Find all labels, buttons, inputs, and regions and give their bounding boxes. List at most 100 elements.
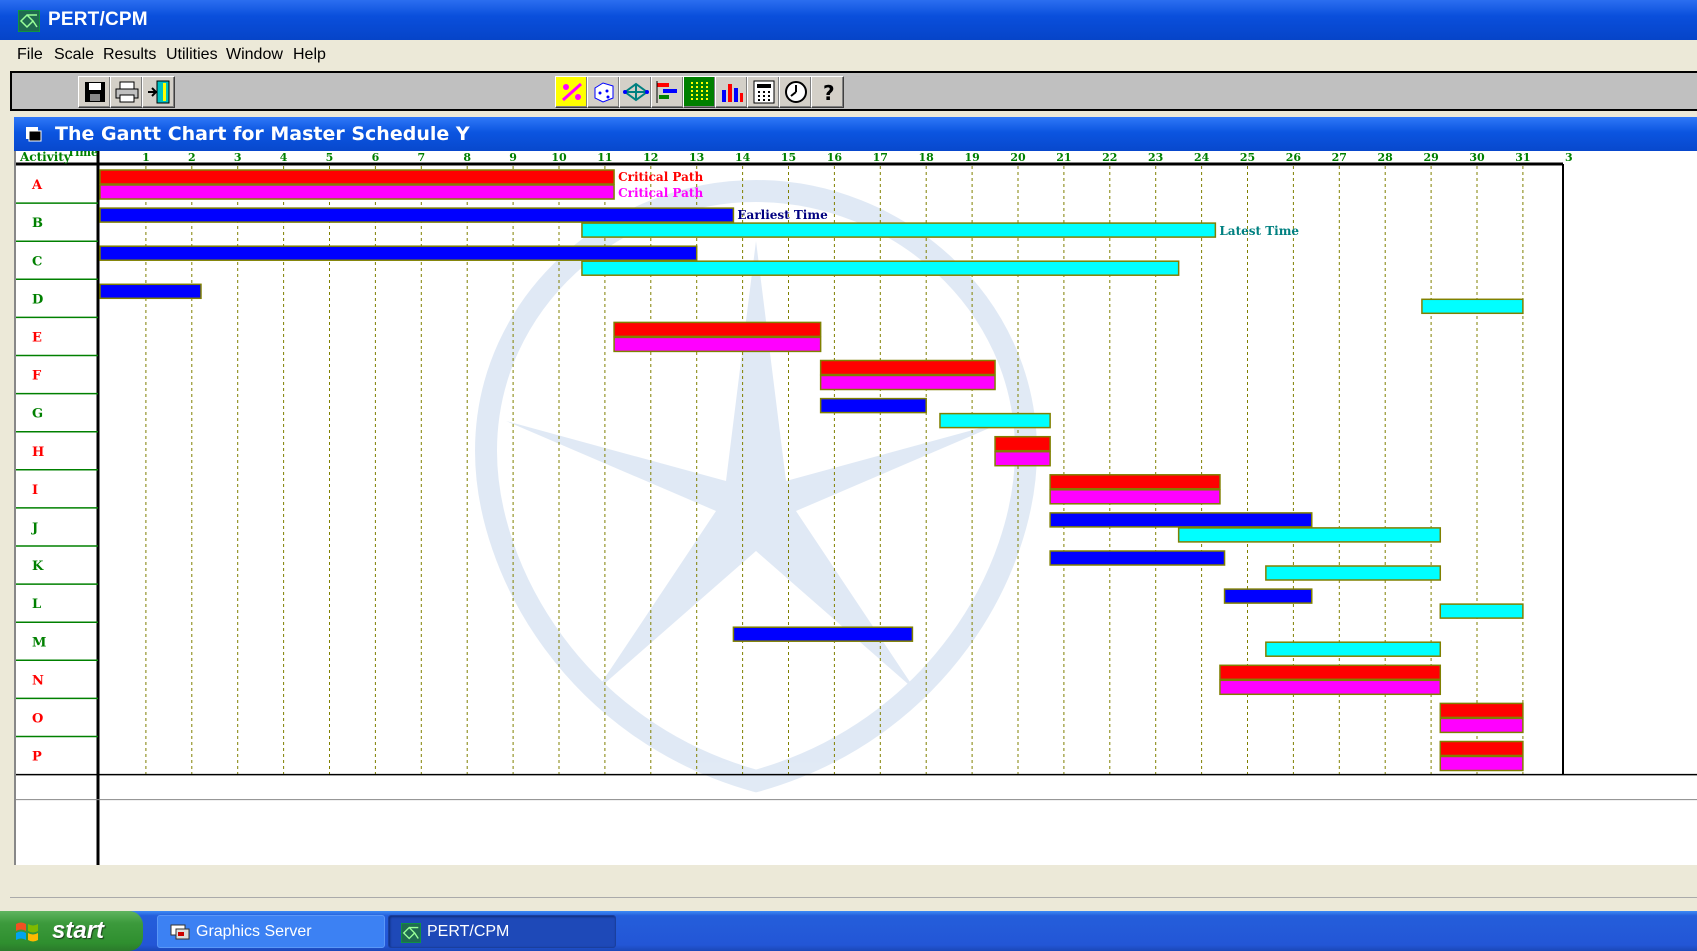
activity-label: A bbox=[31, 178, 43, 193]
time-tick-label: 3 bbox=[1565, 151, 1573, 164]
time-tick-label: 30 bbox=[1469, 151, 1485, 164]
critical-path-bar-red bbox=[1439, 740, 1524, 757]
print-button[interactable] bbox=[110, 76, 143, 108]
print-icon bbox=[115, 81, 139, 103]
time-tick-label: 3 bbox=[234, 151, 242, 164]
time-tick-label: 16 bbox=[827, 151, 843, 164]
window-title: PERT/CPM bbox=[48, 9, 148, 30]
child-window-caption[interactable]: The Gantt Chart for Master Schedule Y bbox=[14, 117, 1697, 151]
latest-time-bar bbox=[1265, 565, 1442, 581]
activity-label: I bbox=[32, 483, 38, 498]
latest-time-bar bbox=[1421, 298, 1524, 315]
pert-app-icon bbox=[401, 923, 421, 943]
windows-flag-icon bbox=[16, 922, 38, 942]
grid-table-icon bbox=[687, 80, 713, 104]
gantt-button[interactable] bbox=[651, 76, 684, 108]
critical-path-bar-magenta bbox=[819, 374, 996, 391]
critical-path-bar-red bbox=[99, 169, 615, 185]
activity-label: K bbox=[32, 559, 44, 574]
critical-path-bar-red bbox=[1219, 664, 1442, 681]
time-tick-label: 28 bbox=[1378, 151, 1394, 164]
time-tick-label: 13 bbox=[689, 151, 704, 164]
taskbar-item-label: PERT/CPM bbox=[427, 923, 510, 940]
activity-label: P bbox=[32, 750, 42, 765]
latest-time-bar bbox=[1439, 603, 1524, 619]
bar-chart-button[interactable] bbox=[715, 76, 748, 108]
latest-time-bar bbox=[1177, 527, 1442, 543]
bar-chart-icon bbox=[722, 84, 743, 102]
time-tick-label: 24 bbox=[1194, 151, 1210, 164]
clock-icon bbox=[785, 81, 807, 103]
taskbar-item-graphics-server[interactable]: Graphics Server bbox=[157, 915, 385, 948]
earliest-time-bar bbox=[1049, 512, 1313, 528]
menu-utilities[interactable]: Utilities bbox=[166, 46, 218, 64]
gantt-chart-icon bbox=[656, 81, 677, 103]
time-tick-label: 23 bbox=[1148, 151, 1163, 164]
exit-button[interactable] bbox=[142, 76, 175, 108]
simulation-button[interactable] bbox=[587, 76, 620, 108]
critical-path-bar-magenta bbox=[1219, 679, 1442, 696]
time-tick-label: 7 bbox=[417, 151, 425, 164]
time-tick-label: 8 bbox=[463, 151, 471, 164]
time-tick-label: 9 bbox=[509, 151, 517, 164]
save-icon bbox=[85, 82, 105, 102]
menu-help[interactable]: Help bbox=[293, 46, 326, 64]
title-bar[interactable]: PERT/CPM bbox=[0, 0, 1697, 40]
legend-latest-time-label: Latest Time bbox=[1219, 224, 1299, 238]
table-button[interactable] bbox=[683, 76, 716, 108]
critical-path-bar-red bbox=[613, 321, 822, 338]
start-label: start bbox=[52, 917, 105, 944]
pert-app-icon bbox=[18, 10, 40, 32]
time-tick-label: 12 bbox=[643, 151, 658, 164]
activity-label: G bbox=[32, 407, 43, 422]
save-button[interactable] bbox=[78, 76, 111, 108]
menu-scale[interactable]: Scale bbox=[54, 46, 94, 64]
menu-file[interactable]: File bbox=[17, 46, 43, 64]
taskbar: start Graphics Server PERT/CPM bbox=[0, 911, 1697, 951]
time-tick-label: 17 bbox=[873, 151, 888, 164]
time-tick-label: 27 bbox=[1332, 151, 1347, 164]
child-window-title: The Gantt Chart for Master Schedule Y bbox=[55, 123, 470, 145]
latest-time-bar bbox=[1265, 641, 1442, 657]
activity-label: E bbox=[32, 330, 42, 345]
time-tick-label: 29 bbox=[1423, 151, 1438, 164]
time-tick-label: 25 bbox=[1240, 151, 1255, 164]
earliest-time-bar bbox=[1223, 588, 1313, 604]
gantt-chart-panel: 1 2 3 4 5 6 7 8 9 10 11 12 13 14 15 16 17 18 19 20 21 22 23 24 2… bbox=[14, 151, 1697, 865]
network-button[interactable] bbox=[619, 76, 652, 108]
calculator-button[interactable] bbox=[747, 76, 780, 108]
activity-label: N bbox=[32, 673, 44, 688]
earliest-time-bar bbox=[732, 626, 914, 642]
time-tick-label: 10 bbox=[551, 151, 567, 164]
activity-label: O bbox=[32, 711, 43, 726]
activity-label: H bbox=[32, 445, 44, 460]
dice-simulation-icon bbox=[594, 82, 614, 103]
legend-critical-path-label: Critical Path bbox=[618, 186, 703, 200]
critical-path-bar-magenta bbox=[994, 450, 1051, 467]
time-tick-label: 18 bbox=[919, 151, 935, 164]
latest-time-bar bbox=[581, 260, 1180, 276]
time-tick-label: 1 bbox=[142, 151, 150, 164]
earliest-time-bar bbox=[1049, 550, 1226, 566]
critical-path-bar-magenta bbox=[613, 336, 822, 353]
critical-path-bar-red bbox=[994, 435, 1051, 452]
solve-button[interactable] bbox=[555, 76, 588, 108]
menu-window[interactable]: Window bbox=[226, 46, 283, 64]
legend-earliest-time-label: Earliest Time bbox=[737, 208, 828, 222]
time-tick-label: 22 bbox=[1102, 151, 1117, 164]
network-diagram-icon bbox=[623, 82, 649, 102]
activity-column-header: Activity bbox=[19, 151, 72, 164]
exit-door-icon bbox=[148, 80, 170, 104]
time-tick-label: 6 bbox=[372, 151, 380, 164]
menu-results[interactable]: Results bbox=[103, 46, 156, 64]
time-axis-header: Time bbox=[67, 151, 98, 159]
activity-label: F bbox=[32, 369, 42, 384]
earliest-time-bar bbox=[99, 283, 202, 300]
taskbar-item-pert-cpm[interactable]: PERT/CPM bbox=[388, 915, 616, 948]
svg-text:?: ? bbox=[823, 81, 835, 104]
start-button[interactable]: start bbox=[0, 911, 143, 951]
horizontal-scrollbar[interactable] bbox=[10, 897, 1697, 911]
time-tick-label: 26 bbox=[1286, 151, 1302, 164]
help-button[interactable]: ? bbox=[811, 76, 844, 108]
clock-button[interactable] bbox=[779, 76, 812, 108]
